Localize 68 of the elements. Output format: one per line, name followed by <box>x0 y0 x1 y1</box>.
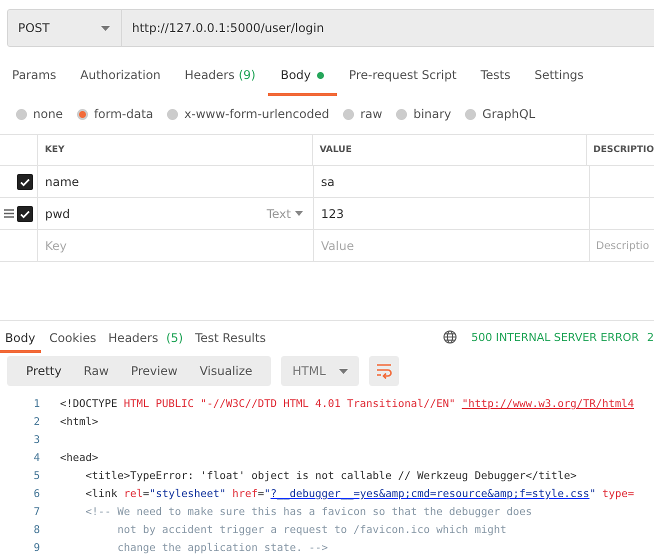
line-number: 6 <box>32 488 41 500</box>
request-tab[interactable]: Settings <box>534 66 584 92</box>
line-number: 1 <box>32 398 41 410</box>
view-mode-button[interactable]: Visualize <box>188 364 264 378</box>
radio-label[interactable]: none <box>33 107 63 121</box>
radio-button[interactable] <box>465 108 476 120</box>
radio-button[interactable] <box>167 108 178 120</box>
line-number: 7 <box>32 506 41 518</box>
code-line: not by accident trigger a request to /favicon.ico which might <box>116 524 506 536</box>
wrap-lines-button[interactable] <box>369 356 400 386</box>
view-mode-button[interactable]: Preview <box>120 364 189 378</box>
column-header: KEY <box>44 145 64 155</box>
radio-label[interactable]: form-data <box>94 107 154 121</box>
value-text: 123 <box>321 206 344 220</box>
code-line: <html> <box>60 416 98 428</box>
checkbox[interactable] <box>17 206 33 222</box>
radio-button[interactable] <box>76 108 88 120</box>
response-tab[interactable]: Cookies <box>49 329 96 353</box>
value-text: sa <box>321 174 335 188</box>
caret-icon <box>295 211 303 216</box>
caret-icon <box>101 26 110 30</box>
description-input[interactable]: Descriptio <box>596 240 654 252</box>
code-line: <!DOCTYPE HTML PUBLIC "-//W3C//DTD HTML 4.01 Transitional//EN" "http://www.w3.org/TR/html4 <box>60 398 634 410</box>
request-tab[interactable]: Pre-request Script <box>348 66 457 92</box>
request-tab[interactable]: Tests <box>480 66 510 92</box>
radio-button[interactable] <box>396 108 408 120</box>
status-text: 500 INTERNAL SERVER ERROR <box>471 330 639 344</box>
radio-label[interactable]: binary <box>413 107 452 121</box>
line-number: 9 <box>32 542 41 554</box>
view-mode-button[interactable]: Pretty <box>15 364 73 378</box>
method-dropdown[interactable]: POST <box>7 9 122 47</box>
key-text: name <box>45 174 80 188</box>
code-line: change the application state. --> <box>116 542 328 554</box>
wrap-lines-icon <box>376 363 392 379</box>
drag-handle-icon <box>4 209 14 218</box>
line-number: 3 <box>32 434 41 446</box>
key-input[interactable]: Key <box>45 238 303 252</box>
caret-icon <box>339 368 348 374</box>
request-tab[interactable]: Params <box>12 66 56 92</box>
radio-button[interactable] <box>16 108 27 120</box>
request-tab[interactable]: Headers (9) <box>184 66 256 92</box>
column-header: VALUE <box>320 145 352 155</box>
url-field[interactable]: http://127.0.0.1:5000/user/login <box>122 9 654 47</box>
key-text: pwd <box>45 206 70 220</box>
radio-label[interactable]: x-www-form-urlencoded <box>184 107 330 121</box>
radio-label[interactable]: GraphQL <box>482 107 536 121</box>
response-tab[interactable]: Test Results <box>195 329 266 353</box>
request-tab[interactable]: Body <box>268 66 337 96</box>
code-line: <head> <box>60 452 98 464</box>
checkbox[interactable] <box>17 174 33 190</box>
column-header: DESCRIPTIO <box>593 145 654 155</box>
line-number: 8 <box>32 524 41 536</box>
response-tab[interactable]: Body <box>0 329 42 353</box>
code-line: <link rel="stylesheet" href="?__debugger__=yes&amp;cmd=resource&amp;f=style.css" type= <box>84 488 634 500</box>
response-time-text: 2 <box>647 330 654 344</box>
code-line: <!-- We need to make sure this has a favicon so that the debugger does <box>84 506 532 518</box>
radio-button[interactable] <box>343 108 354 120</box>
request-tab[interactable]: Authorization <box>80 66 161 92</box>
globe-icon <box>443 330 458 344</box>
line-number: 4 <box>32 452 41 464</box>
value-input[interactable]: Value <box>321 238 582 252</box>
line-number: 5 <box>32 470 41 482</box>
format-dropdown[interactable]: HTML <box>281 356 360 386</box>
response-tab[interactable]: Headers (5) <box>108 329 184 353</box>
code-line: <title>TypeError: 'float' object is not callable // Werkzeug Debugger</title> <box>84 470 577 482</box>
line-number: 2 <box>32 416 41 428</box>
radio-label[interactable]: raw <box>360 107 382 121</box>
view-mode-button[interactable]: Raw <box>72 364 120 378</box>
